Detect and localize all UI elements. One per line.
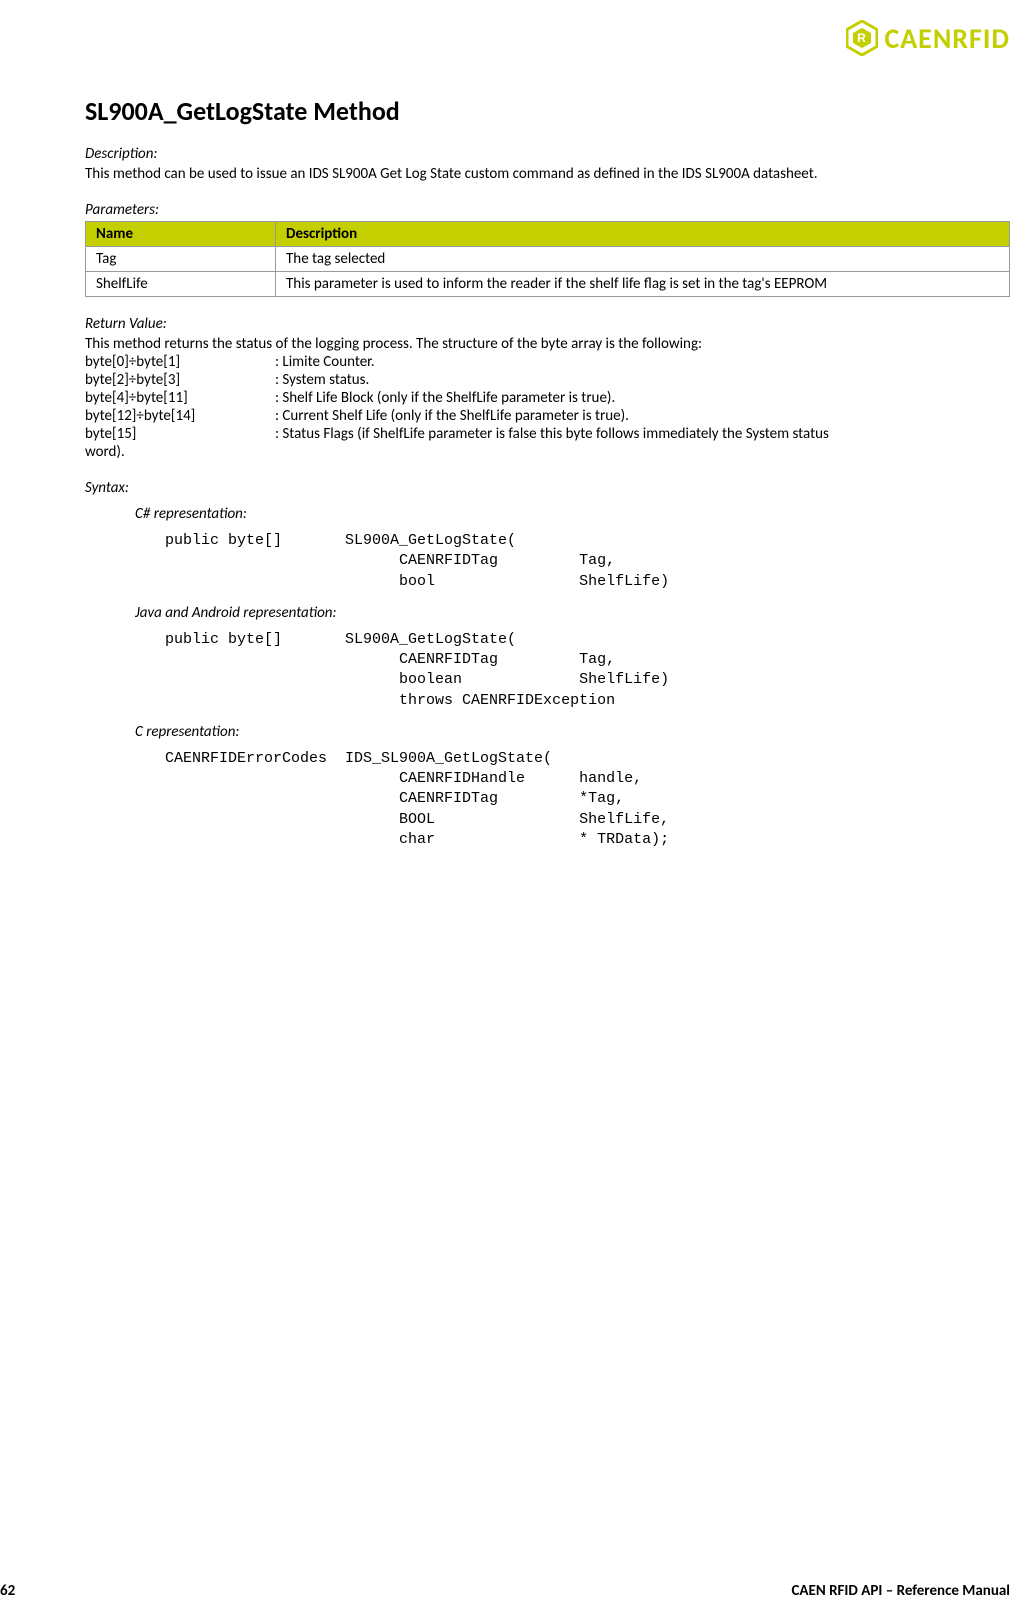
footer-title: CAEN RFID API – Reference Manual xyxy=(791,1582,1010,1600)
table-header-row: Name Description xyxy=(86,222,1010,247)
table-row: Tag The tag selected xyxy=(86,247,1010,272)
return-section: Return Value: This method returns the st… xyxy=(85,315,1010,461)
param-name: Tag xyxy=(86,247,276,272)
byte-line: byte[0]÷byte[1]: Limite Counter. xyxy=(85,353,1010,371)
hexagon-icon: R xyxy=(846,20,878,56)
return-intro: This method returns the status of the lo… xyxy=(85,335,1010,353)
header-desc: Description xyxy=(276,222,1010,247)
page-content: SL900A_GetLogState Method Description: T… xyxy=(85,95,1010,1542)
table-row: ShelfLife This parameter is used to info… xyxy=(86,272,1010,297)
parameters-label: Parameters: xyxy=(85,201,1010,219)
byte-line: byte[15]: Status Flags (if ShelfLife par… xyxy=(85,425,1010,443)
byte-line: byte[2]÷byte[3]: System status. xyxy=(85,371,1010,389)
param-name: ShelfLife xyxy=(86,272,276,297)
page-number: 62 xyxy=(0,1582,15,1600)
byte-line: byte[12]÷byte[14]: Current Shelf Life (o… xyxy=(85,407,1010,425)
byte-line: word). xyxy=(85,443,1010,461)
return-label: Return Value: xyxy=(85,315,1010,333)
csharp-label: C# representation: xyxy=(135,505,1010,523)
java-code: public byte[] SL900A_GetLogState( CAENRF… xyxy=(165,630,1010,711)
page-title: SL900A_GetLogState Method xyxy=(85,95,1010,127)
java-label: Java and Android representation: xyxy=(135,604,1010,622)
description-label: Description: xyxy=(85,145,1010,163)
header-name: Name xyxy=(86,222,276,247)
byte-line: byte[4]÷byte[11]: Shelf Life Block (only… xyxy=(85,389,1010,407)
c-code: CAENRFIDErrorCodes IDS_SL900A_GetLogStat… xyxy=(165,749,1010,850)
syntax-label: Syntax: xyxy=(85,479,1010,497)
logo-text: CAENRFID xyxy=(884,21,1010,56)
param-desc: This parameter is used to inform the rea… xyxy=(276,272,1010,297)
description-text: This method can be used to issue an IDS … xyxy=(85,165,1010,183)
svg-text:R: R xyxy=(858,31,868,45)
parameters-table: Name Description Tag The tag selected Sh… xyxy=(85,221,1010,297)
param-desc: The tag selected xyxy=(276,247,1010,272)
c-label: C representation: xyxy=(135,723,1010,741)
csharp-code: public byte[] SL900A_GetLogState( CAENRF… xyxy=(165,531,1010,592)
brand-logo: R CAENRFID xyxy=(846,20,1010,56)
syntax-body: C# representation: public byte[] SL900A_… xyxy=(135,505,1010,850)
